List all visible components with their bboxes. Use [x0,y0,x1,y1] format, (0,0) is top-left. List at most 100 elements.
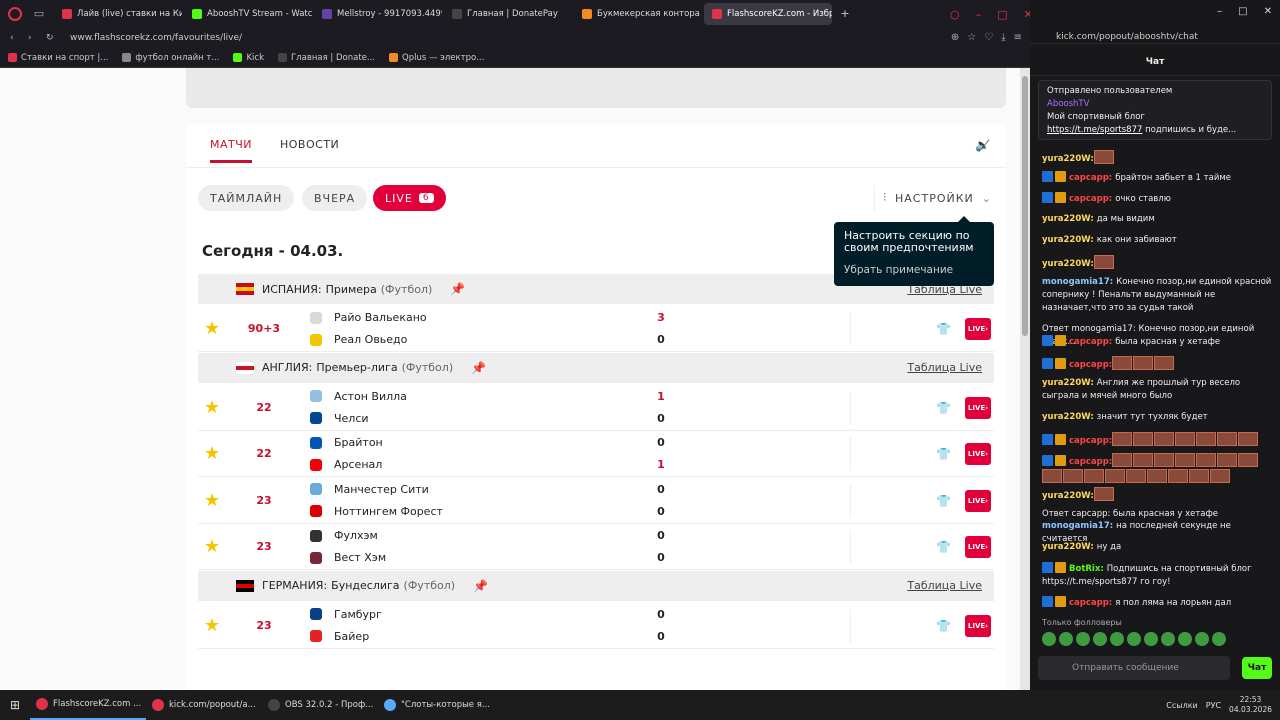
chat-username[interactable]: yura220W: [1042,154,1094,164]
chat-username[interactable]: сарсарр: [1069,194,1112,204]
browser-tab[interactable]: Главная | DonatePay [444,3,572,25]
pinned-link[interactable]: https://t.me/sports877 [1047,125,1142,135]
forward-icon[interactable]: › [28,33,32,43]
chat-message-input[interactable]: Отправить сообщение [1038,656,1230,680]
taskbar-item[interactable]: kick.com/popout/a... [146,690,262,720]
search-icon[interactable]: ○ [950,8,960,21]
emote-icon[interactable] [1144,632,1158,646]
tab-list-icon[interactable]: ▭ [32,7,46,21]
live-stream-button[interactable]: LIVE› [965,536,991,558]
chat-username[interactable]: monogamia17: [1042,521,1113,531]
match-row[interactable]: ★ 22 Брайтон Арсенал 0 1 👕 LIVE› [198,431,994,477]
maximize-icon[interactable]: □ [997,8,1007,21]
match-row[interactable]: ★ 23 Гамбург Байер 0 0 👕 LIVE› [198,603,994,649]
live-stream-button[interactable]: LIVE› [965,396,991,419]
minimize-icon[interactable]: – [976,8,982,21]
dismiss-tooltip-link[interactable]: Убрать примечание [844,264,984,276]
league-name[interactable]: Примера [326,283,377,296]
favorite-star-icon[interactable]: ★ [204,490,220,511]
league-name[interactable]: Премьер-лига [316,361,397,374]
back-icon[interactable]: ‹ [10,33,14,43]
taskbar-item[interactable]: "Слоты-которые я... [378,690,494,720]
emote-icon[interactable] [1110,632,1124,646]
chat-username[interactable]: yura220W: [1042,214,1094,224]
download-icon[interactable]: ⤓ [1001,32,1005,43]
favorite-star-icon[interactable]: ★ [204,397,220,418]
emote-icon[interactable] [1059,632,1073,646]
yesterday-filter[interactable]: ВЧЕРА [302,185,368,211]
favorite-star-icon[interactable]: ★ [204,615,220,636]
emote-icon[interactable] [1212,632,1226,646]
favorite-star-icon[interactable]: ★ [204,443,220,464]
chat-username[interactable]: yura220W: [1042,491,1094,501]
emote-icon[interactable] [1161,632,1175,646]
match-row[interactable]: ★ 23 Манчестер Сити Ноттингем Форест 0 0 👕 LIVE… [198,478,994,524]
chat-url[interactable]: kick.com/popout/abooshtv/chat [1056,32,1198,42]
page-scrollbar[interactable] [1020,68,1030,690]
minimize-icon[interactable]: – [1217,6,1222,17]
pin-icon[interactable]: 📌 [450,282,465,296]
zoom-icon[interactable]: ⊕ [951,32,959,43]
tab-news[interactable]: НОВОСТИ [280,138,339,151]
maximize-icon[interactable]: □ [1238,6,1247,17]
windows-start-icon[interactable]: ⊞ [0,698,30,712]
language-indicator[interactable]: РУС [1206,701,1221,710]
chat-username[interactable]: BotRix: [1069,564,1104,574]
lineup-shirt-icon[interactable]: 👕 [936,401,951,415]
league-name[interactable]: Бундеслига [331,579,399,592]
bookmark-item[interactable]: Kick [233,53,264,63]
lineup-shirt-icon[interactable]: 👕 [936,619,951,633]
reload-icon[interactable]: ↻ [46,33,54,43]
bookmark-item[interactable]: Qplus — электро... [389,53,484,63]
chat-username[interactable]: сарсарр: [1069,360,1112,370]
live-stream-button[interactable]: LIVE› [965,614,991,637]
chat-username[interactable]: monogamia17: [1042,277,1113,287]
emote-icon[interactable] [1178,632,1192,646]
bookmark-item[interactable]: Главная | Donate... [278,53,375,63]
live-table-link[interactable]: Таблица Live [907,361,982,374]
emote-icon[interactable] [1076,632,1090,646]
browser-tab[interactable]: Букмекерская контора B [574,3,702,25]
menu-icon[interactable]: ≡ [1014,32,1022,43]
league-country[interactable]: ИСПАНИЯ: [262,283,322,296]
favorite-star-icon[interactable]: ★ [204,536,220,557]
chat-username[interactable]: сарсарр: [1069,337,1112,347]
chat-username[interactable]: сарсарр: [1069,598,1112,608]
bookmark-icon[interactable]: ☆ [967,32,976,43]
new-tab-icon[interactable]: + [838,7,852,21]
chat-send-button[interactable]: Чат [1242,657,1272,679]
opera-logo-icon[interactable] [8,7,22,21]
live-table-link[interactable]: Таблица Live [907,579,982,592]
settings-button[interactable]: ⫶ НАСТРОЙКИ ⌄ [874,185,992,211]
clock[interactable]: 22:53 04.03.2026 [1229,695,1272,715]
chat-username[interactable]: yura220W: [1042,412,1094,422]
emote-icon[interactable] [1093,632,1107,646]
emote-icon[interactable] [1042,632,1056,646]
scrollbar-thumb[interactable] [1022,76,1028,336]
chat-username[interactable]: сарсарр: [1069,173,1112,183]
chat-username[interactable]: сарсарр: [1069,436,1112,446]
taskbar-item[interactable]: OBS 32.0.2 - Проф... [262,690,378,720]
match-row[interactable]: ★ 90+3 Райо Вальекано Реал Овьедо 3 0 👕 LIVE› [198,306,994,352]
live-filter[interactable]: LIVE 6 [373,185,446,211]
mute-sound-icon[interactable]: 🔈̸ [975,138,990,152]
favorite-star-icon[interactable]: ★ [204,318,220,339]
bookmark-item[interactable]: футбол онлайн т... [122,53,219,63]
chat-username[interactable]: yura220W: [1042,259,1094,269]
live-stream-button[interactable]: LIVE› [965,489,991,512]
chat-username[interactable]: yura220W: [1042,235,1094,245]
tray-links[interactable]: Ссылки [1166,701,1197,710]
heart-icon[interactable]: ♡ [984,32,993,43]
browser-tab[interactable]: Лайв (live) ставки на Киб [54,3,182,25]
bookmark-item[interactable]: Ставки на спорт |... [8,53,108,63]
chat-username[interactable]: yura220W: [1042,378,1094,388]
timeline-filter[interactable]: ТАЙМЛАЙН [198,185,295,211]
tab-matches[interactable]: МАТЧИ [210,138,253,163]
browser-tab[interactable]: Mellstroy - 9917093.4499 [314,3,442,25]
lineup-shirt-icon[interactable]: 👕 [936,447,951,461]
browser-tab[interactable]: AbooshTV Stream - Watc [184,3,312,25]
league-country[interactable]: ГЕРМАНИЯ: [262,579,327,592]
match-row[interactable]: ★ 22 Астон Вилла Челси 1 0 👕 LIVE› [198,385,994,431]
pin-icon[interactable]: 📌 [471,361,486,375]
chat-username[interactable]: сарсарр: [1069,457,1112,467]
